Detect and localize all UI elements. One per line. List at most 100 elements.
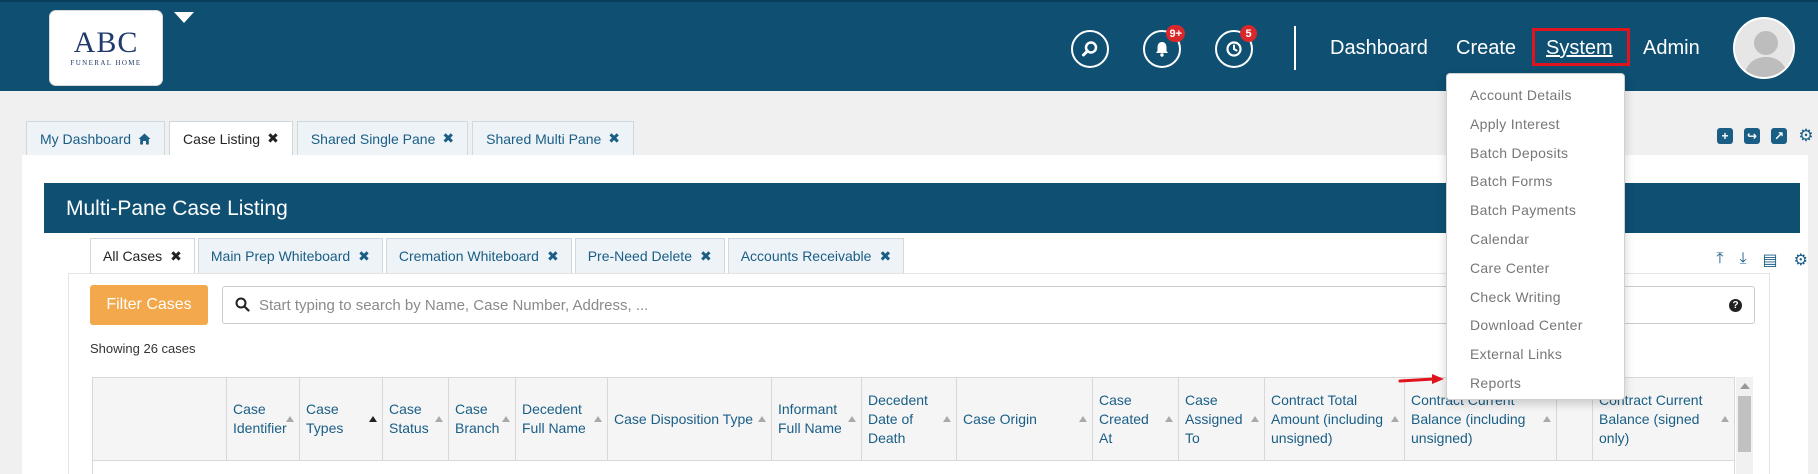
tab-main-prep-whiteboard[interactable]: Main Prep Whiteboard ✖ xyxy=(197,238,383,273)
column-header-decedent-full-name[interactable]: Decedent Full Name xyxy=(516,378,608,460)
search-icon[interactable] xyxy=(1071,30,1109,68)
gear-icon[interactable]: ⚙ xyxy=(1794,250,1808,270)
table-row[interactable] xyxy=(92,461,1735,474)
clock-history-icon[interactable]: 5 xyxy=(1215,25,1257,68)
help-icon[interactable]: ? xyxy=(1729,299,1742,312)
tab-label: Shared Single Pane xyxy=(310,130,436,147)
column-header-informant-full-name[interactable]: Informant Full Name xyxy=(772,378,862,460)
tab-pre-need-delete[interactable]: Pre-Need Delete ✖ xyxy=(574,238,725,273)
gear-icon[interactable]: ⚙ xyxy=(1798,127,1814,144)
sort-icon xyxy=(1251,416,1259,422)
close-icon[interactable]: ✖ xyxy=(442,130,454,147)
tab-shared-multi-pane[interactable]: Shared Multi Pane ✖ xyxy=(472,121,635,155)
logo-main-text: ABC xyxy=(73,26,139,59)
column-header-contract-total-amount[interactable]: Contract Total Amount (including unsigne… xyxy=(1265,378,1405,460)
menu-item-batch-deposits[interactable]: Batch Deposits xyxy=(1447,139,1624,168)
sort-icon xyxy=(594,416,602,422)
column-header-case-created-at[interactable]: Case Created At xyxy=(1093,378,1179,460)
plus-icon[interactable]: + xyxy=(1717,128,1733,144)
menu-item-external-links[interactable]: External Links xyxy=(1447,340,1624,369)
tab-toolbar: + ↪ ↗ ⚙ xyxy=(1717,127,1814,144)
close-icon[interactable]: ✖ xyxy=(608,130,620,147)
close-icon[interactable]: ✖ xyxy=(700,248,712,265)
column-header-select[interactable] xyxy=(93,378,227,460)
external-link-icon[interactable]: ↗ xyxy=(1771,128,1787,144)
tab-label: Pre-Need Delete xyxy=(587,248,692,264)
sort-icon xyxy=(435,416,443,422)
filter-cases-button[interactable]: Filter Cases xyxy=(90,285,208,325)
sort-icon xyxy=(1165,416,1173,422)
tab-label: All Cases xyxy=(103,248,163,264)
menu-item-calendar[interactable]: Calendar xyxy=(1447,225,1624,254)
system-highlight-box xyxy=(1532,28,1630,66)
sort-icon xyxy=(848,416,856,422)
tab-label: Accounts Receivable xyxy=(740,248,872,264)
close-icon[interactable]: ✖ xyxy=(170,248,182,265)
column-header-case-identifier[interactable]: Case Identifier xyxy=(227,378,300,460)
notifications-badge: 9+ xyxy=(1166,25,1185,42)
tab-my-dashboard[interactable]: My Dashboard xyxy=(26,121,166,155)
upload-icon[interactable]: ⤒ xyxy=(1716,250,1723,270)
case-count: Showing 26 cases xyxy=(90,341,196,356)
menu-item-download-center[interactable]: Download Center xyxy=(1447,311,1624,340)
tab-label: Case Listing xyxy=(183,130,261,147)
tab-label: Cremation Whiteboard xyxy=(398,248,539,264)
download-icon[interactable]: ⤓ xyxy=(1739,250,1746,270)
sort-icon xyxy=(1721,416,1729,422)
home-icon xyxy=(138,133,151,144)
column-header-case-status[interactable]: Case Status xyxy=(383,378,449,460)
red-arrow-icon xyxy=(1398,374,1444,384)
close-icon[interactable]: ✖ xyxy=(267,130,279,147)
close-icon[interactable]: ✖ xyxy=(358,248,370,265)
tab-shared-single-pane[interactable]: Shared Single Pane ✖ xyxy=(296,121,469,155)
company-logo[interactable]: ABC FUNERAL HOME xyxy=(50,11,162,85)
logo-sub-text: FUNERAL HOME xyxy=(70,59,142,67)
column-header-decedent-date-of-death[interactable]: Decedent Date of Death xyxy=(862,378,957,460)
menu-item-reports[interactable]: Reports xyxy=(1447,369,1624,398)
sort-icon xyxy=(758,416,766,422)
nav-admin[interactable]: Admin xyxy=(1643,36,1700,60)
history-badge: 5 xyxy=(1240,25,1257,42)
nav-divider xyxy=(1294,26,1296,70)
tab-all-cases[interactable]: All Cases ✖ xyxy=(90,238,195,273)
column-header-case-types[interactable]: Case Types xyxy=(300,378,383,460)
avatar[interactable] xyxy=(1733,17,1795,79)
caret-down-icon[interactable] xyxy=(174,12,194,23)
scrollbar-thumb[interactable] xyxy=(1738,396,1751,452)
tab-case-listing[interactable]: Case Listing ✖ xyxy=(169,121,293,155)
nav-create[interactable]: Create xyxy=(1456,36,1516,60)
nav-dashboard[interactable]: Dashboard xyxy=(1330,36,1428,60)
tab-cremation-whiteboard[interactable]: Cremation Whiteboard ✖ xyxy=(385,238,572,273)
tab-accounts-receivable[interactable]: Accounts Receivable ✖ xyxy=(727,238,905,273)
system-dropdown-menu: Account Details Apply Interest Batch Dep… xyxy=(1446,73,1625,400)
sort-icon xyxy=(286,416,294,422)
sort-icon xyxy=(1391,416,1399,422)
sort-icon xyxy=(1079,416,1087,422)
tab-label: Shared Multi Pane xyxy=(486,130,602,147)
sort-icon xyxy=(369,416,377,422)
main-tabs: My Dashboard Case Listing ✖ Shared Singl… xyxy=(26,121,638,155)
case-list-tabs: All Cases ✖ Main Prep Whiteboard ✖ Crema… xyxy=(90,238,907,273)
column-header-case-assigned-to[interactable]: Case Assigned To xyxy=(1179,378,1265,460)
share-icon[interactable]: ↪ xyxy=(1744,128,1760,144)
tab-label: My Dashboard xyxy=(40,130,132,147)
menu-item-batch-payments[interactable]: Batch Payments xyxy=(1447,196,1624,225)
sort-icon xyxy=(943,416,951,422)
tab-label: Main Prep Whiteboard xyxy=(210,248,351,264)
scroll-up-arrow-icon[interactable] xyxy=(1740,383,1750,389)
column-header-case-origin[interactable]: Case Origin xyxy=(957,378,1093,460)
close-icon[interactable]: ✖ xyxy=(547,248,559,265)
archive-icon[interactable]: ▤ xyxy=(1763,250,1778,270)
menu-item-batch-forms[interactable]: Batch Forms xyxy=(1447,167,1624,196)
close-icon[interactable]: ✖ xyxy=(879,248,891,265)
menu-item-care-center[interactable]: Care Center xyxy=(1447,254,1624,283)
column-header-case-disposition-type[interactable]: Case Disposition Type xyxy=(608,378,772,460)
bell-icon[interactable]: 9+ xyxy=(1143,25,1185,68)
sort-icon xyxy=(502,416,510,422)
menu-item-apply-interest[interactable]: Apply Interest xyxy=(1447,110,1624,139)
menu-item-account-details[interactable]: Account Details xyxy=(1447,81,1624,110)
search-icon xyxy=(235,297,250,312)
column-header-case-branch[interactable]: Case Branch xyxy=(449,378,516,460)
menu-item-check-writing[interactable]: Check Writing xyxy=(1447,283,1624,312)
sort-icon xyxy=(1543,416,1551,422)
